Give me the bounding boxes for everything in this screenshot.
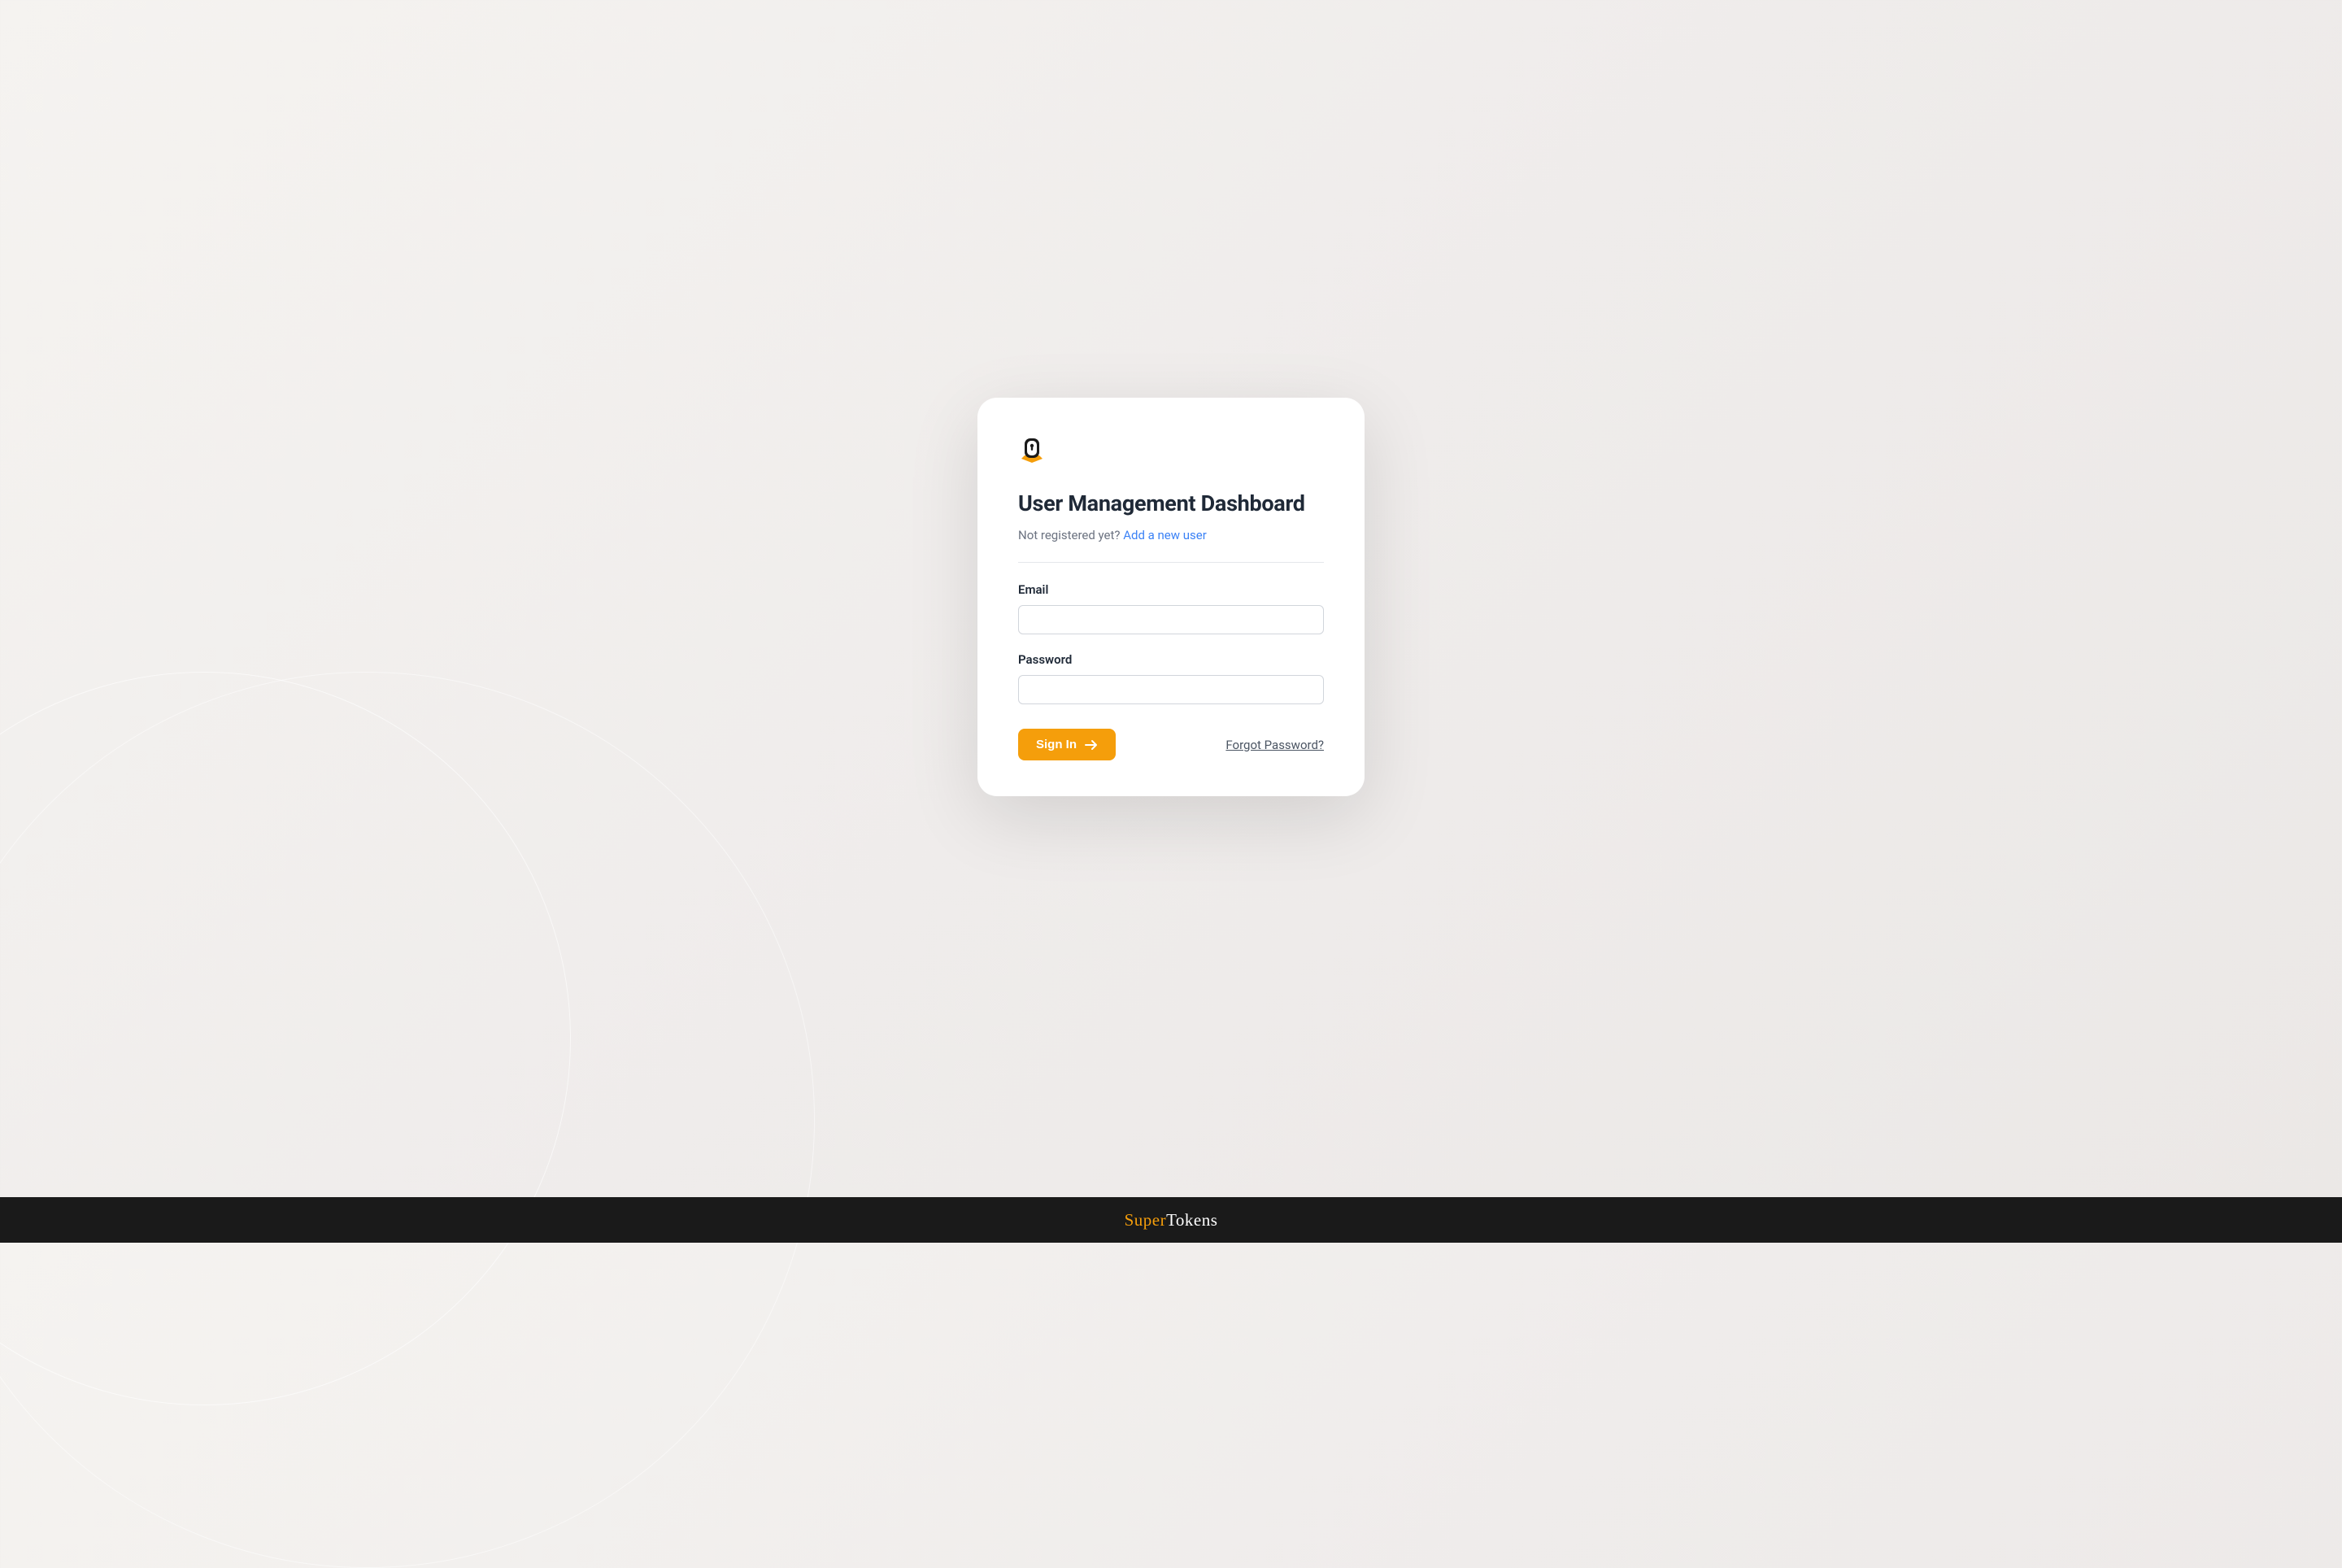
add-new-user-link[interactable]: Add a new user (1123, 528, 1207, 542)
password-label: Password (1018, 652, 1324, 667)
main-content: User Management Dashboard Not registered… (0, 0, 2342, 1243)
email-form-group: Email (1018, 582, 1324, 634)
email-label: Email (1018, 582, 1324, 597)
footer-brand: SuperTokens (1125, 1210, 1218, 1230)
register-prefix: Not registered yet? (1018, 528, 1123, 542)
login-card: User Management Dashboard Not registered… (977, 398, 1365, 796)
supertokens-logo-icon (1018, 437, 1046, 464)
password-field[interactable] (1018, 675, 1324, 704)
forgot-password-link[interactable]: Forgot Password? (1225, 738, 1324, 752)
form-actions: Sign In Forgot Password? (1018, 729, 1324, 760)
footer: SuperTokens (0, 1197, 2342, 1243)
footer-brand-first: Super (1125, 1210, 1167, 1230)
password-form-group: Password (1018, 652, 1324, 704)
page-title: User Management Dashboard (1018, 490, 1324, 516)
arrow-right-icon (1085, 739, 1098, 751)
signin-button-label: Sign In (1036, 738, 1077, 751)
logo-container (1018, 437, 1324, 468)
footer-brand-second: Tokens (1166, 1210, 1217, 1230)
page-container: User Management Dashboard Not registered… (0, 0, 2342, 1243)
register-prompt: Not registered yet? Add a new user (1018, 528, 1324, 542)
email-field[interactable] (1018, 605, 1324, 634)
divider (1018, 562, 1324, 563)
signin-button[interactable]: Sign In (1018, 729, 1116, 760)
